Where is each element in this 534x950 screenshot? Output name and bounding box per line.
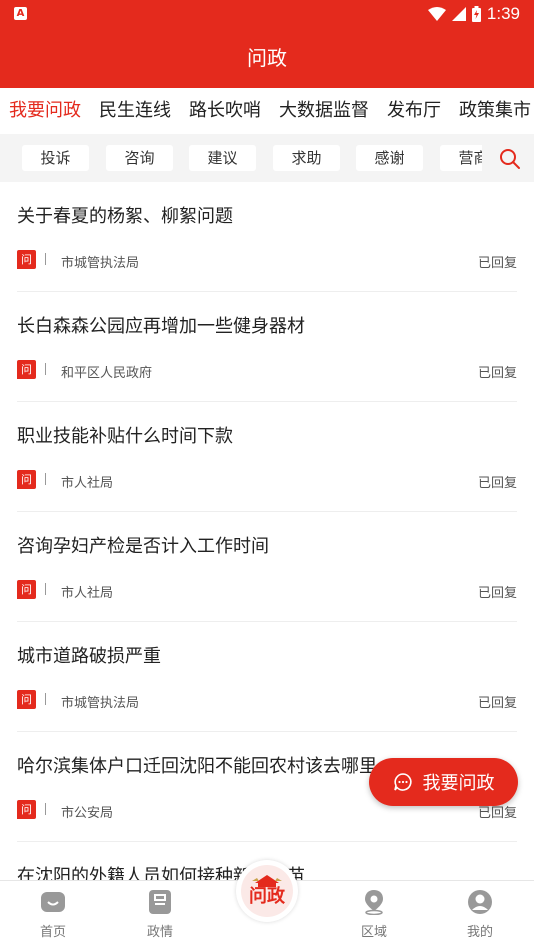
- ask-question-label: 我要问政: [422, 773, 495, 794]
- reply-status: 已回复: [477, 696, 517, 711]
- chip-scroller: 投诉 咨询 建议 求助 感谢 营商: [0, 134, 482, 182]
- item-meta: 问 市城管执法局 已回复: [17, 690, 517, 712]
- battery-icon: [471, 6, 481, 22]
- clock-time: 1:39: [486, 4, 520, 23]
- item-meta: 问 市人社局 已回复: [17, 580, 517, 602]
- reply-status: 已回复: [477, 256, 517, 271]
- chat-bubble-icon: [393, 773, 412, 791]
- signal-icon: [451, 7, 466, 21]
- document-icon: [149, 890, 171, 914]
- chip-complaint[interactable]: 投诉: [22, 145, 89, 171]
- item-meta: 问 市人社局 已回复: [17, 470, 517, 492]
- item-meta: 问 市城管执法局 已回复: [17, 250, 517, 272]
- wifi-icon: [427, 7, 446, 21]
- list-item[interactable]: 城市道路破损严重 问 市城管执法局 已回复: [17, 622, 517, 732]
- nav-region[interactable]: 区域: [334, 889, 414, 940]
- tab-lu-zhang-chui-shao[interactable]: 路长吹哨: [180, 88, 270, 134]
- item-title: 职业技能补贴什么时间下款: [17, 426, 233, 447]
- category-filter-bar: 投诉 咨询 建议 求助 感谢 营商: [0, 134, 534, 182]
- wen-badge-icon: 问: [17, 580, 36, 599]
- nav-home-label: 首页: [39, 925, 66, 940]
- chip-suggestion[interactable]: 建议: [189, 145, 256, 171]
- list-item[interactable]: 咨询孕妇产检是否计入工作时间 问 市人社局 已回复: [17, 512, 517, 622]
- department-label: 市人社局: [61, 586, 114, 601]
- page-title: 问政: [0, 28, 534, 88]
- nav-home[interactable]: 首页: [13, 889, 93, 940]
- tab-wo-yao-wen-zheng[interactable]: 我要问政: [0, 88, 90, 134]
- location-pin-icon: [365, 890, 383, 916]
- nav-politics-label: 政情: [146, 925, 173, 940]
- wen-badge-icon: 问: [17, 690, 36, 709]
- home-icon: [41, 892, 65, 912]
- chip-consult[interactable]: 咨询: [106, 145, 173, 171]
- divider: [45, 693, 46, 705]
- item-meta: 问 和平区人民政府 已回复: [17, 360, 517, 382]
- nav-region-label: 区域: [360, 925, 387, 940]
- chip-thanks[interactable]: 感谢: [356, 145, 423, 171]
- department-label: 市人社局: [61, 476, 114, 491]
- tab-fa-bu-ting[interactable]: 发布厅: [378, 88, 450, 134]
- nav-mine[interactable]: 我的: [440, 889, 520, 940]
- item-title: 长白森森公园应再增加一些健身器材: [17, 316, 305, 337]
- chip-business[interactable]: 营商: [440, 145, 482, 171]
- status-bar: A 1:39: [0, 0, 534, 28]
- reply-status: 已回复: [477, 476, 517, 491]
- divider: [45, 253, 46, 265]
- search-icon[interactable]: [498, 147, 522, 171]
- wen-badge-icon: 问: [17, 470, 36, 489]
- nav-mine-label: 我的: [466, 925, 493, 940]
- item-title: 关于春夏的杨絮、柳絮问题: [17, 206, 233, 227]
- tab-zheng-ce-ji-shi[interactable]: 政策集市: [450, 88, 534, 134]
- divider: [45, 363, 46, 375]
- status-icons: 1:39: [427, 4, 520, 24]
- list-item[interactable]: 关于春夏的杨絮、柳絮问题 问 市城管执法局 已回复: [17, 182, 517, 292]
- wen-badge-icon: 问: [17, 360, 36, 379]
- nav-wen-zheng-center[interactable]: 问政: [236, 860, 298, 932]
- reply-status: 已回复: [477, 366, 517, 381]
- app-notification-icon: A: [14, 7, 27, 20]
- center-nav-label: 问政: [249, 886, 285, 907]
- list-item[interactable]: 长白森森公园应再增加一些健身器材 问 和平区人民政府 已回复: [17, 292, 517, 402]
- tab-min-sheng-lian-xian[interactable]: 民生连线: [90, 88, 180, 134]
- tab-da-shu-ju-jian-du[interactable]: 大数据监督: [270, 88, 378, 134]
- department-label: 市城管执法局: [61, 256, 140, 271]
- item-title: 哈尔滨集体户口迁回沈阳不能回农村该去哪里: [17, 756, 377, 777]
- user-icon: [468, 890, 492, 914]
- chip-help[interactable]: 求助: [273, 145, 340, 171]
- main-tab-bar: 我要问政 民生连线 路长吹哨 大数据监督 发布厅 政策集市: [0, 88, 534, 134]
- divider: [45, 583, 46, 595]
- list-item[interactable]: 职业技能补贴什么时间下款 问 市人社局 已回复: [17, 402, 517, 512]
- divider: [45, 803, 46, 815]
- ask-question-button[interactable]: 我要问政: [369, 758, 518, 806]
- department-label: 和平区人民政府: [61, 366, 153, 381]
- nav-politics[interactable]: 政情: [120, 889, 200, 940]
- department-label: 市公安局: [61, 806, 114, 821]
- department-label: 市城管执法局: [61, 696, 140, 711]
- item-title: 咨询孕妇产检是否计入工作时间: [17, 536, 269, 557]
- divider: [45, 473, 46, 485]
- wen-badge-icon: 问: [17, 800, 36, 819]
- wen-badge-icon: 问: [17, 250, 36, 269]
- reply-status: 已回复: [477, 586, 517, 601]
- item-title: 城市道路破损严重: [17, 646, 161, 667]
